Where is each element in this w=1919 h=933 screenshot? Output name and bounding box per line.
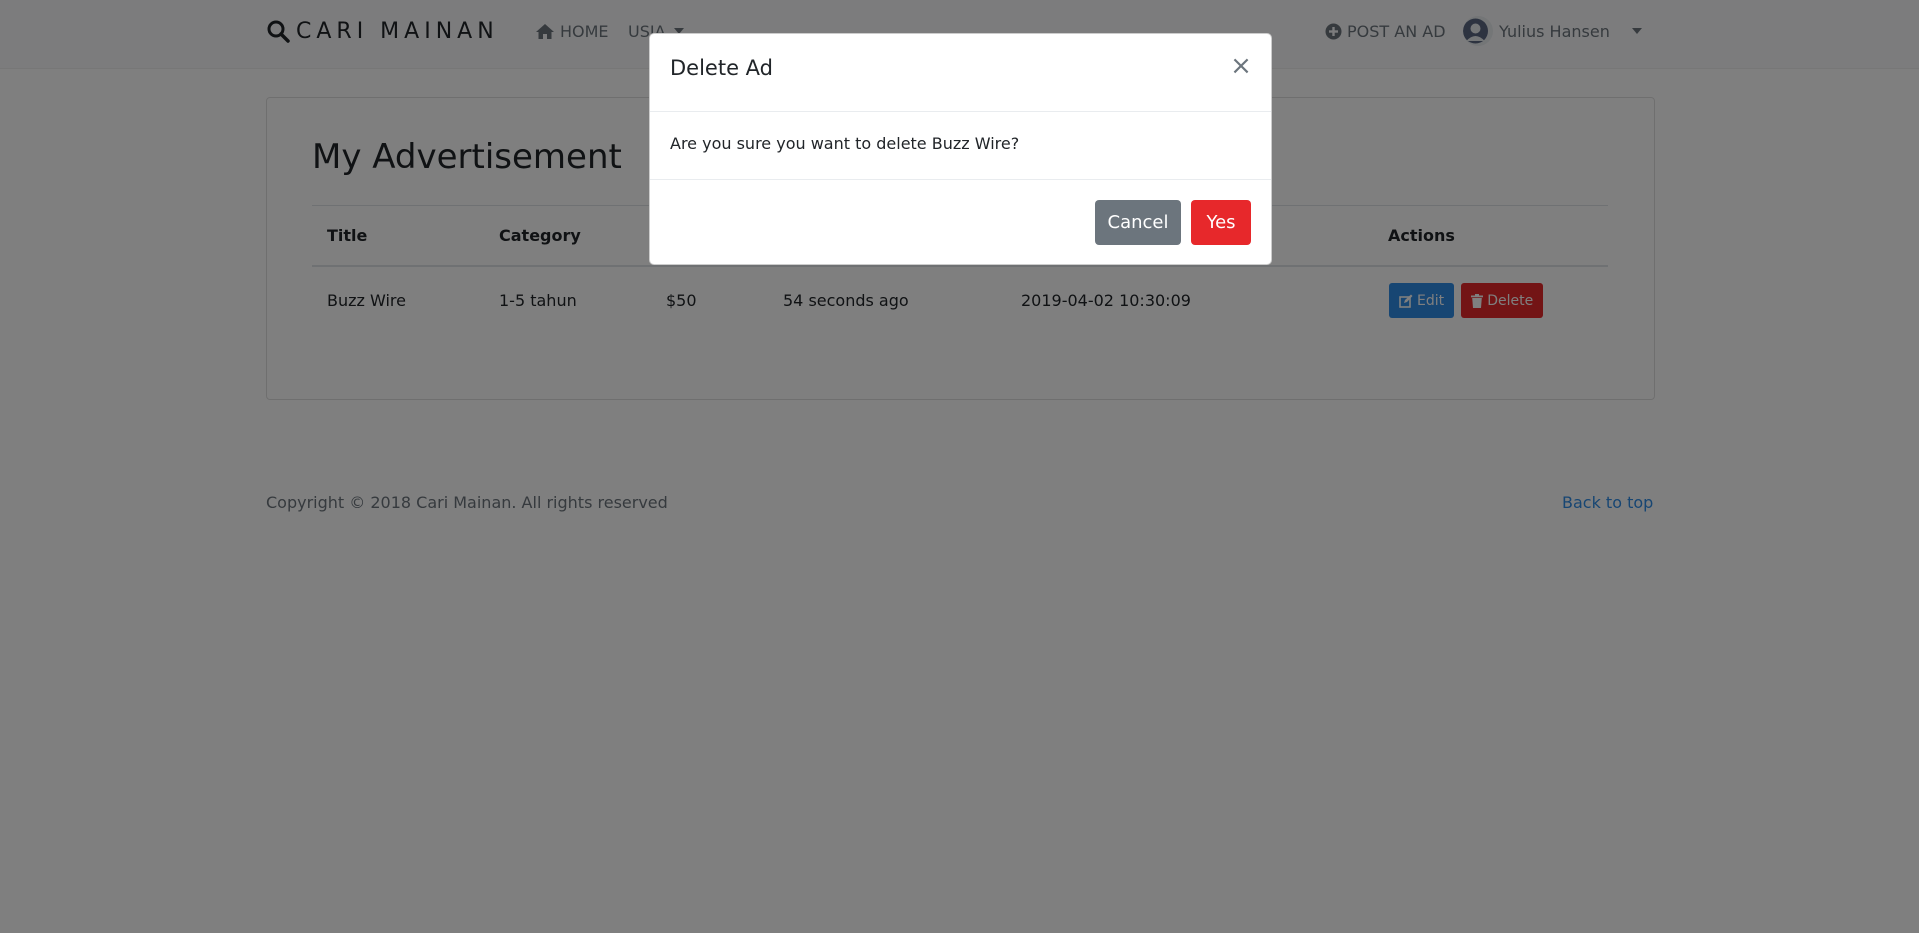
modal-title: Delete Ad bbox=[670, 56, 774, 80]
modal-footer: Cancel Yes bbox=[650, 179, 1271, 266]
delete-ad-modal: Delete Ad × Are you sure you want to del… bbox=[649, 33, 1272, 265]
modal-message: Are you sure you want to delete Buzz Wir… bbox=[670, 134, 1020, 153]
confirm-yes-button[interactable]: Yes bbox=[1191, 200, 1251, 245]
close-icon[interactable]: × bbox=[1229, 51, 1253, 81]
modal-header: Delete Ad × bbox=[650, 34, 1271, 112]
cancel-button[interactable]: Cancel bbox=[1095, 200, 1181, 245]
